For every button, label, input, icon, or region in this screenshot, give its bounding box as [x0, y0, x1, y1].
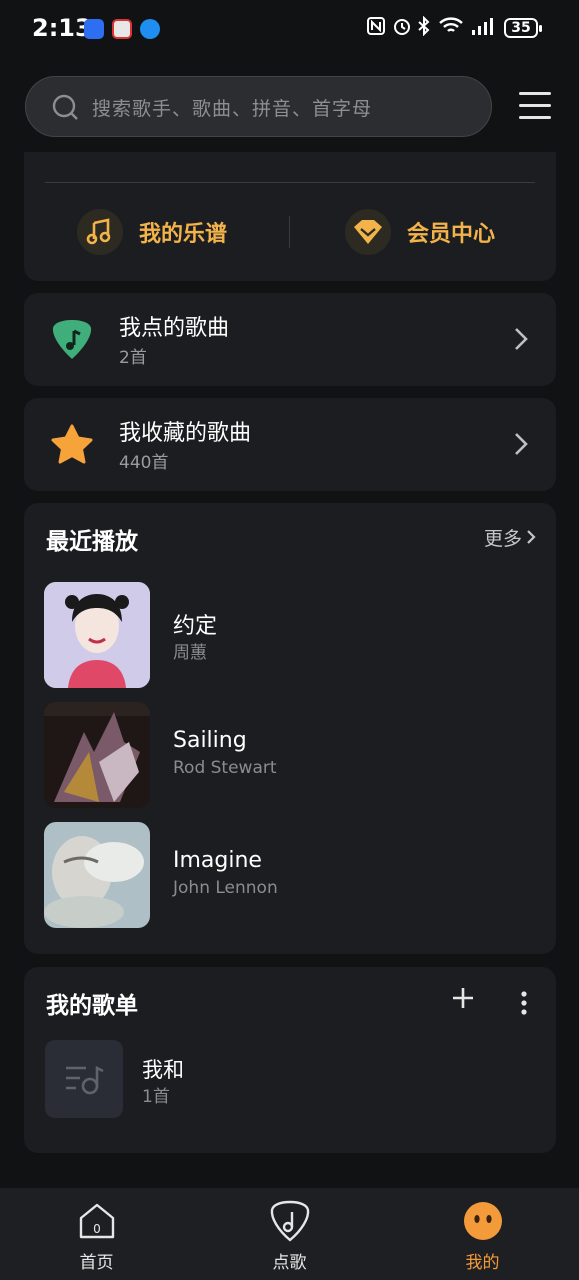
menu-button[interactable]: [517, 88, 553, 124]
add-playlist-icon[interactable]: [452, 987, 474, 1009]
status-bar: 2:13 35: [0, 0, 579, 58]
song-title: Sailing: [173, 728, 247, 753]
song-title: 约定: [173, 614, 218, 639]
tab-profile[interactable]: 我的: [386, 1188, 579, 1280]
album-cover: [44, 702, 150, 808]
home-icon: 0: [79, 1203, 114, 1239]
chevron-right-icon[interactable]: [526, 529, 536, 545]
search-placeholder: 搜索歌手、歌曲、拼音、首字母: [92, 98, 373, 120]
requested-songs-title: 我点的歌曲: [119, 316, 230, 341]
bluetooth-icon: [418, 16, 430, 36]
playlist-item[interactable]: 我和 1首: [45, 1040, 505, 1118]
wifi-icon: [439, 17, 463, 32]
tab-home-label: 首页: [79, 1253, 114, 1273]
star-icon: [51, 424, 93, 464]
song-row[interactable]: 约定 周蕙: [44, 582, 524, 688]
vip-center-label: 会员中心: [407, 222, 496, 247]
playlist-cover: [45, 1040, 123, 1118]
browser-notification-icon: [140, 19, 160, 39]
more-link[interactable]: 更多: [484, 524, 522, 551]
favorite-songs-card[interactable]: 我收藏的歌曲 440首: [24, 398, 556, 491]
requested-songs-count: 2首: [119, 348, 147, 368]
bottom-tab-bar: 0 首页 点歌 我的: [0, 1188, 579, 1280]
alarm-icon: [394, 19, 410, 35]
search-icon: [52, 94, 78, 120]
song-row[interactable]: Imagine John Lennon: [44, 822, 524, 928]
more-options-icon[interactable]: [521, 991, 527, 1015]
playlist-count: 1首: [142, 1087, 170, 1107]
vip-center-button[interactable]: 会员中心: [345, 208, 495, 256]
recently-played-section: 最近播放 更多 约定 周蕙 Sailing Rod Stewart Imagin…: [24, 503, 556, 954]
requested-songs-card[interactable]: 我点的歌曲 2首: [24, 293, 556, 386]
tab-home[interactable]: 0 首页: [0, 1188, 193, 1280]
profile-face-icon: [463, 1202, 502, 1240]
my-playlists-title: 我的歌单: [46, 993, 138, 1019]
my-playlists-section: 我的歌单 我和 1首: [24, 967, 556, 1153]
my-scores-label: 我的乐谱: [139, 222, 228, 247]
nfc-icon: [367, 17, 385, 35]
song-title: Imagine: [173, 848, 262, 873]
news-notification-icon: [112, 19, 132, 39]
search-bar[interactable]: 搜索歌手、歌曲、拼音、首字母: [25, 76, 492, 137]
recently-played-title: 最近播放: [46, 529, 138, 555]
vip-diamond-icon: [345, 209, 391, 255]
chevron-right-icon: [515, 328, 528, 350]
favorite-songs-count: 440首: [119, 453, 169, 473]
vertical-divider: [289, 216, 290, 248]
quick-links-card: 我的乐谱 会员中心: [24, 152, 556, 281]
tab-profile-label: 我的: [465, 1253, 500, 1273]
app-notification-icon: [84, 19, 104, 39]
playlist-music-icon: [66, 1065, 104, 1095]
signal-icon: [472, 18, 493, 35]
song-request-icon: [270, 1200, 309, 1242]
music-score-icon: [77, 209, 123, 255]
svg-text:0: 0: [93, 1222, 101, 1236]
divider: [45, 182, 535, 183]
favorite-songs-title: 我收藏的歌曲: [119, 421, 252, 446]
tab-song-request[interactable]: 点歌: [193, 1188, 386, 1280]
chevron-right-icon: [515, 433, 528, 455]
battery-indicator: 35: [504, 18, 542, 38]
album-cover: [44, 582, 150, 688]
album-cover: [44, 822, 150, 928]
song-artist: John Lennon: [173, 878, 278, 898]
tab-song-request-label: 点歌: [272, 1253, 307, 1273]
guitar-pick-icon: [52, 320, 92, 359]
playlist-name: 我和: [142, 1058, 184, 1082]
song-artist: Rod Stewart: [173, 758, 277, 778]
song-artist: 周蕙: [173, 643, 207, 663]
my-scores-button[interactable]: 我的乐谱: [77, 208, 227, 256]
song-row[interactable]: Sailing Rod Stewart: [44, 702, 524, 808]
status-time: 2:13: [32, 14, 92, 42]
